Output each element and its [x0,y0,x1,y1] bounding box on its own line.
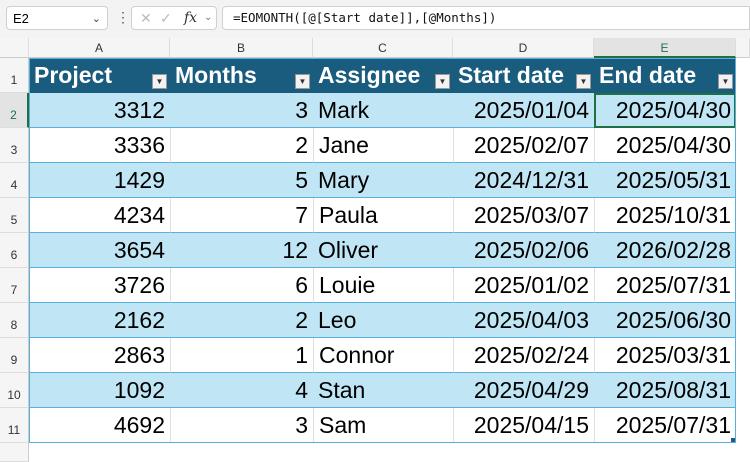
filter-dropdown-icon[interactable]: ▼ [295,74,310,89]
column-header-e[interactable]: E [594,38,736,58]
filter-dropdown-icon[interactable]: ▼ [576,74,591,89]
header-start-date: Start date ▼ [453,58,594,93]
cell-project[interactable]: 3654 [29,233,170,268]
header-assignee: Assignee ▼ [313,58,453,93]
row-header-5[interactable]: 5 [0,198,29,233]
name-box-value: E2 [13,11,29,26]
cell-start-date[interactable]: 2025/01/02 [453,268,594,303]
select-all-corner[interactable] [0,38,29,58]
cell-months[interactable]: 2 [170,128,313,163]
name-box[interactable]: E2 ⌄ [6,6,108,30]
cell-end-date[interactable]: 2025/06/30 [594,303,736,338]
cell-start-date[interactable]: 2025/02/06 [453,233,594,268]
cell-start-date[interactable]: 2025/01/04 [453,93,594,128]
cell-assignee[interactable]: Paula [313,198,453,233]
cell-start-date[interactable]: 2025/02/07 [453,128,594,163]
cell-assignee[interactable]: Oliver [313,233,453,268]
cell-end-date[interactable]: 2025/10/31 [594,198,736,233]
filter-dropdown-icon[interactable]: ▼ [152,74,167,89]
column-header-d[interactable]: D [453,38,594,58]
row-header-3[interactable]: 3 [0,128,29,163]
column-header-a[interactable]: A [29,38,170,58]
row-header-11[interactable]: 11 [0,408,29,443]
cancel-icon[interactable]: ✕ [140,7,152,29]
header-label: End date [599,62,697,88]
row-header-2[interactable]: 2 [0,93,29,128]
column-header-f[interactable] [736,38,750,58]
cell-months[interactable]: 2 [170,303,313,338]
header-label: Months [175,62,257,88]
row-header-8[interactable]: 8 [0,303,29,338]
cell-start-date[interactable]: 2025/02/24 [453,338,594,373]
row-header-12[interactable] [0,443,29,462]
cell-months[interactable]: 5 [170,163,313,198]
cell-project[interactable]: 2863 [29,338,170,373]
formula-bar: E2 ⌄ ⋮ ✕ ✓ fx ⌄ =EOMONTH([@[Start date]],… [0,0,750,38]
cell-end-date[interactable]: 2025/05/31 [594,163,736,198]
cell-months[interactable]: 3 [170,408,313,443]
cell-end-date[interactable]: 2026/02/28 [594,233,736,268]
formula-buttons: ✕ ✓ fx ⌄ [131,6,217,30]
row-header-9[interactable]: 9 [0,338,29,373]
enter-icon[interactable]: ✓ [160,7,172,29]
cell-months[interactable]: 7 [170,198,313,233]
header-label: Assignee [318,62,421,88]
more-options-icon[interactable]: ⋮ [116,9,130,26]
cell-end-date[interactable]: 2025/04/30 [594,128,736,163]
cell-project[interactable]: 3726 [29,268,170,303]
chevron-down-icon[interactable]: ⌄ [204,7,212,29]
cell-months[interactable]: 1 [170,338,313,373]
cell-assignee[interactable]: Leo [313,303,453,338]
row-header-1[interactable]: 1 [0,58,29,93]
cell-project[interactable]: 3336 [29,128,170,163]
cell-end-date[interactable]: 2025/07/31 [594,408,736,443]
header-months: Months ▼ [170,58,313,93]
cell-start-date[interactable]: 2025/04/03 [453,303,594,338]
cell-months[interactable]: 4 [170,373,313,408]
cell-months[interactable]: 3 [170,93,313,128]
cell-end-date[interactable]: 2025/04/30 [594,93,736,128]
cell-project[interactable]: 2162 [29,303,170,338]
cell-project[interactable]: 1429 [29,163,170,198]
insert-function-icon[interactable]: fx [184,7,197,29]
cell-assignee[interactable]: Louie [313,268,453,303]
column-header-b[interactable]: B [170,38,313,58]
filter-dropdown-icon[interactable]: ▼ [718,74,733,89]
cell-project[interactable]: 4234 [29,198,170,233]
header-label: Start date [458,62,565,88]
cell-assignee[interactable]: Mark [313,93,453,128]
cell-months[interactable]: 6 [170,268,313,303]
chevron-down-icon[interactable]: ⌄ [92,7,101,31]
header-label: Project [34,62,112,88]
cell-assignee[interactable]: Jane [313,128,453,163]
cell-end-date[interactable]: 2025/07/31 [594,268,736,303]
cell-project[interactable]: 1092 [29,373,170,408]
row-header-6[interactable]: 6 [0,233,29,268]
cell-project[interactable]: 4692 [29,408,170,443]
cell-assignee[interactable]: Stan [313,373,453,408]
table-resize-handle[interactable] [731,438,736,443]
row-header-7[interactable]: 7 [0,268,29,303]
cell-start-date[interactable]: 2025/04/15 [453,408,594,443]
cell-end-date[interactable]: 2025/03/31 [594,338,736,373]
header-project: Project ▼ [29,58,170,93]
column-header-c[interactable]: C [313,38,453,58]
cell-project[interactable]: 3312 [29,93,170,128]
header-end-date: End date ▼ [594,58,736,93]
cell-assignee[interactable]: Sam [313,408,453,443]
cell-end-date[interactable]: 2025/08/31 [594,373,736,408]
cell-start-date[interactable]: 2025/03/07 [453,198,594,233]
cell-assignee[interactable]: Mary [313,163,453,198]
cell-start-date[interactable]: 2025/04/29 [453,373,594,408]
cell-assignee[interactable]: Connor [313,338,453,373]
cell-months[interactable]: 12 [170,233,313,268]
row-header-10[interactable]: 10 [0,373,29,408]
filter-dropdown-icon[interactable]: ▼ [435,74,450,89]
formula-input[interactable]: =EOMONTH([@[Start date]],[@Months]) [222,6,750,30]
row-header-4[interactable]: 4 [0,163,29,198]
cell-start-date[interactable]: 2024/12/31 [453,163,594,198]
